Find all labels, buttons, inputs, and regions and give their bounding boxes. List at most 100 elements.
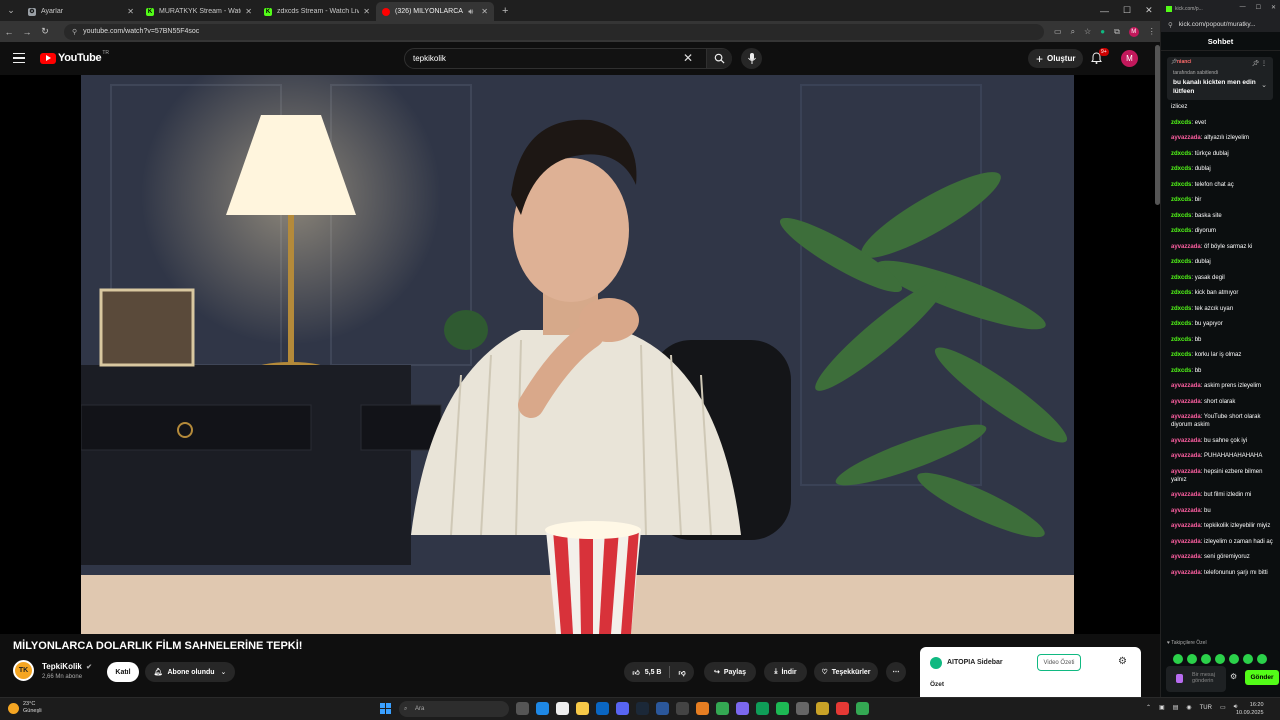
bookmark-star-icon[interactable]: ☆ <box>1084 27 1091 36</box>
gear-icon[interactable]: ⚙ <box>1118 656 1127 667</box>
minimize-icon[interactable]: — <box>1240 4 1246 11</box>
close-icon[interactable]: ✕ <box>245 7 252 16</box>
folder-icon[interactable] <box>576 702 589 715</box>
clock[interactable]: 16:20 10.09.2025 <box>1236 701 1264 717</box>
url-field[interactable]: ⚲ youtube.com/watch?v=57BN55F4soc <box>64 23 1044 40</box>
app-icon[interactable] <box>736 702 749 715</box>
emote-icon[interactable] <box>1229 654 1239 664</box>
chat-username[interactable]: ayvazzada <box>1171 523 1201 529</box>
edge-icon[interactable] <box>756 702 769 715</box>
app-icon[interactable] <box>816 702 829 715</box>
emote-icon[interactable] <box>1243 654 1253 664</box>
tray-app-icon[interactable]: ▤ <box>1173 704 1179 711</box>
chrome-icon[interactable] <box>856 702 869 715</box>
chat-username[interactable]: zdxcds <box>1171 259 1191 265</box>
chat-username[interactable]: zdxcds <box>1171 352 1191 358</box>
forward-icon[interactable]: → <box>18 27 36 37</box>
chat-username[interactable]: zdxcds <box>1171 228 1191 234</box>
video-player[interactable] <box>0 75 1160 634</box>
chat-input[interactable]: Bir mesaj gönderin <box>1166 666 1226 692</box>
maximize-icon[interactable]: ☐ <box>1256 4 1261 11</box>
chat-username[interactable]: ayvazzada <box>1171 414 1201 420</box>
minimize-icon[interactable]: — <box>1100 6 1109 16</box>
kick-url-bar[interactable]: ⚲ kick.com/popout/muratky... <box>1161 17 1280 32</box>
chat-username[interactable]: zdxcds <box>1171 151 1191 157</box>
back-icon[interactable]: ← <box>0 27 18 37</box>
chat-username[interactable]: ayvazzada <box>1171 539 1201 545</box>
channel-avatar[interactable]: TK <box>13 660 34 681</box>
profile-avatar-icon[interactable]: M <box>1128 26 1139 37</box>
pin-actions[interactable]: 📌︎ ⋮ <box>1252 60 1267 67</box>
speaker-icon[interactable]: 🔊︎ <box>468 7 473 17</box>
app-icon[interactable] <box>796 702 809 715</box>
chat-username[interactable]: zdxcds <box>1171 337 1191 343</box>
extension-icon[interactable]: ● <box>1100 27 1105 36</box>
cast-icon[interactable]: ▭ <box>1054 27 1062 36</box>
close-window-icon[interactable]: ✕ <box>1271 4 1276 11</box>
like-button[interactable]: 👍︎ 5,5 B <box>632 668 661 677</box>
steam-icon[interactable] <box>636 702 649 715</box>
app-icon[interactable] <box>836 702 849 715</box>
outlook-icon[interactable] <box>596 702 609 715</box>
clear-search-icon[interactable]: ✕ <box>683 51 693 65</box>
notifications-button[interactable]: 9+ <box>1091 48 1109 69</box>
pinned-username[interactable]: nianci <box>1177 59 1191 65</box>
browser-tab-zdxcds[interactable]: K zdxcds Stream - Watch Live on Kick ✕ <box>258 2 376 21</box>
browser-menu-icon[interactable]: ⋮ <box>1148 27 1156 36</box>
browser-tab-youtube[interactable]: (326) MİLYONLARCA DOLARLIK 🔊︎ ✕ <box>376 2 494 21</box>
youtube-logo[interactable]: YouTube TR <box>40 50 109 64</box>
file-icon[interactable] <box>556 702 569 715</box>
chat-username[interactable]: ayvazzada <box>1171 244 1201 250</box>
dislike-button[interactable]: 👎︎ <box>678 668 685 677</box>
account-avatar[interactable]: M <box>1121 50 1138 67</box>
video-summary-button[interactable]: Video Özeti <box>1037 654 1081 671</box>
tray-app-icon[interactable]: ▭ <box>1220 704 1226 711</box>
close-icon[interactable]: ✕ <box>481 7 488 16</box>
language-indicator[interactable]: TUR <box>1200 705 1212 711</box>
chat-username[interactable]: ayvazzada <box>1171 508 1201 514</box>
settings-app-icon[interactable] <box>676 702 689 715</box>
browser-tab-settings[interactable]: ⚙ Ayarlar ✕ <box>22 2 140 21</box>
emote-icon[interactable] <box>1215 654 1225 664</box>
more-actions-button[interactable]: ⋯ <box>886 662 906 682</box>
puzzle-icon[interactable]: ⧉ <box>1114 27 1120 37</box>
maximize-icon[interactable]: ☐ <box>1123 5 1131 16</box>
create-button[interactable]: + Oluştur <box>1028 49 1084 68</box>
blender-icon[interactable] <box>696 702 709 715</box>
send-button[interactable]: Gönder <box>1245 670 1279 685</box>
taskbar-search[interactable]: ⌕ Ara <box>399 701 509 717</box>
thanks-button[interactable]: ♡ Teşekkürler <box>814 662 878 682</box>
tab-search-icon[interactable]: ⌄ <box>0 0 22 21</box>
word-icon[interactable] <box>656 702 669 715</box>
browser-tab-muratkyk[interactable]: K MURATKYK Stream - Watch Live on Kick ✕ <box>140 2 258 21</box>
chat-username[interactable]: ayvazzada <box>1171 135 1201 141</box>
zoom-icon[interactable]: ⌕ <box>1071 27 1075 37</box>
channel-name-row[interactable]: TepkiKolik ✔ <box>42 662 92 671</box>
channel-name[interactable]: TepkiKolik <box>42 662 82 671</box>
hamburger-menu-icon[interactable] <box>13 53 25 66</box>
chat-username[interactable]: ayvazzada <box>1171 469 1201 475</box>
emote-icon[interactable] <box>1257 654 1267 664</box>
chat-username[interactable]: zdxcds <box>1171 290 1191 296</box>
chevron-down-icon[interactable]: ⌄ <box>1261 81 1267 89</box>
weather-widget[interactable]: 23°C Güneşli <box>8 701 42 715</box>
video-frame[interactable] <box>81 75 1074 634</box>
new-tab-button[interactable]: + <box>502 5 508 17</box>
chat-username[interactable]: zdxcds <box>1171 321 1191 327</box>
chat-username[interactable]: ayvazzada <box>1171 453 1201 459</box>
copilot-icon[interactable] <box>536 702 549 715</box>
chat-username[interactable]: ayvazzada <box>1171 383 1201 389</box>
reload-icon[interactable]: ↻ <box>36 26 54 37</box>
chat-username[interactable]: zdxcds <box>1171 197 1191 203</box>
chat-username[interactable]: zdxcds <box>1171 166 1191 172</box>
chat-username[interactable]: zdxcds <box>1171 213 1191 219</box>
search-input[interactable]: tepkikolik <box>413 54 446 63</box>
voice-search-button[interactable] <box>741 48 762 69</box>
gear-icon[interactable]: ⚙ <box>1230 672 1237 681</box>
chat-username[interactable]: ayvazzada <box>1171 492 1201 498</box>
close-icon[interactable]: ✕ <box>363 7 370 16</box>
share-button[interactable]: ↪ Paylaş <box>704 662 756 682</box>
start-button[interactable] <box>380 703 391 714</box>
emoji-icon[interactable] <box>1176 674 1183 683</box>
site-info-icon[interactable]: ⚲ <box>72 28 77 36</box>
